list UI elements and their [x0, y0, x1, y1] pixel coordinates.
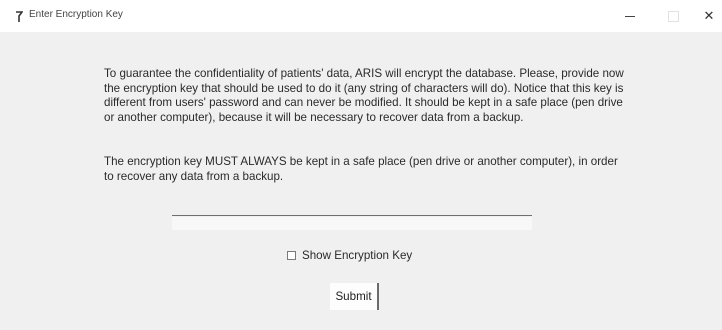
close-button[interactable]: ✕ — [686, 0, 722, 32]
close-icon: ✕ — [703, 8, 715, 23]
info-paragraph: To guarantee the confidentiality of pati… — [104, 67, 624, 124]
submit-button[interactable]: Submit — [330, 283, 379, 310]
encryption-key-input[interactable] — [172, 200, 532, 216]
minimize-icon — [625, 15, 635, 17]
input-underline-area — [172, 217, 532, 230]
minimize-button[interactable] — [607, 0, 653, 32]
maximize-icon — [667, 10, 679, 22]
title-bar[interactable]: Enter Encryption Key ✕ — [0, 0, 722, 32]
show-key-checkbox[interactable] — [287, 251, 296, 260]
show-key-label: Show Encryption Key — [302, 249, 413, 262]
app-icon — [16, 11, 23, 22]
window-title: Enter Encryption Key — [29, 9, 123, 20]
warning-paragraph: The encryption key MUST ALWAYS be kept i… — [104, 155, 618, 183]
show-encryption-key-toggle[interactable]: Show Encryption Key — [287, 249, 412, 262]
encryption-key-window: Enter Encryption Key ✕ To guarantee the … — [0, 0, 722, 330]
